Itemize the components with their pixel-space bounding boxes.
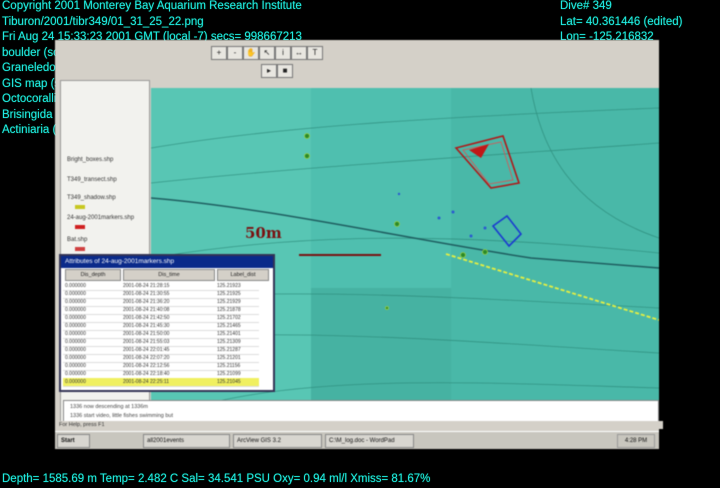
start-button[interactable]: Start	[57, 434, 90, 448]
identify-icon[interactable]: i	[275, 46, 291, 60]
table-cell: 2001-08-24 22:07:20	[123, 355, 170, 361]
attributes-window-title: Attributes of 24-aug-2001markers.shp	[61, 256, 273, 268]
table-cell: 0.000000	[65, 291, 86, 297]
taskbar-item[interactable]: C:\M_log.doc - WordPad	[325, 434, 414, 448]
table-cell: 0.000000	[65, 331, 86, 337]
table-cell: 0.000000	[65, 339, 86, 345]
table-cell: 0.000000	[65, 355, 86, 361]
table-cell: 0.000000	[65, 347, 86, 353]
table-cell: 125.21045	[217, 379, 241, 385]
table-cell: 125.21287	[217, 347, 241, 353]
zoom-out-icon[interactable]: -	[227, 46, 243, 60]
toc-item[interactable]: Bat.shp	[67, 237, 87, 243]
table-cell: 0.000000	[65, 315, 86, 321]
overlay-line: Tiburon/2001/tibr349/01_31_25_22.png	[2, 15, 204, 28]
toc-item[interactable]: 24-aug-2001markers.shp	[67, 215, 134, 221]
table-cell: 2001-08-24 21:40:08	[123, 307, 170, 313]
table-cell: 0.000000	[65, 363, 86, 369]
overlay-right-block: Dive# 349 Lat= 40.361446 (edited) Lon= -12…	[560, 0, 682, 46]
log-line: 1336 now descending at 1336m	[70, 404, 148, 410]
overlay-line: Lat= 40.361446 (edited)	[560, 15, 683, 28]
table-cell: 0.000000	[65, 299, 86, 305]
toc-item[interactable]: Bright_boxes.shp	[67, 157, 113, 163]
monitor-screen: + - ✋ ↖ i ↔ T ▸ ■ Bright_boxes.shp T349_…	[55, 40, 663, 449]
label-icon[interactable]: T	[307, 46, 323, 60]
sensor-readout: Depth= 1585.69 m Temp= 2.482 C Sal= 34.5…	[2, 473, 431, 485]
layer-swatch	[75, 205, 85, 209]
table-cell: 125.21401	[217, 331, 241, 337]
taskbar-clock: 4:28 PM	[617, 434, 655, 448]
zoom-in-icon[interactable]: +	[211, 46, 227, 60]
column-header[interactable]: Dis_time	[123, 269, 215, 281]
toc-item[interactable]: T349_transect.shp	[67, 177, 117, 183]
table-row[interactable]: 0.000000 2001-08-24 22:25:11 125.21045	[63, 378, 259, 387]
map-scale-label: 50m	[245, 224, 282, 242]
table-cell: 125.21099	[217, 371, 241, 377]
table-cell: 2001-08-24 21:36:20	[123, 299, 170, 305]
layer-swatch	[75, 247, 85, 251]
table-cell: 2001-08-24 21:28:15	[123, 283, 170, 289]
table-cell: 125.21923	[217, 283, 241, 289]
toc-item[interactable]: T349_shadow.shp	[67, 195, 116, 201]
status-bar: For Help, press F1	[55, 421, 663, 429]
table-cell: 2001-08-24 22:12:56	[123, 363, 170, 369]
windows-taskbar: Start all2001events ArcView GIS 3.2 C:\M…	[55, 431, 659, 449]
overlay-line: Copyright 2001 Monterey Bay Aquarium Res…	[2, 0, 302, 12]
table-cell: 125.21465	[217, 323, 241, 329]
table-cell: 2001-08-24 22:01:45	[123, 347, 170, 353]
table-cell: 125.21156	[217, 363, 241, 369]
table-cell: 125.21878	[217, 307, 241, 313]
table-cell: 2001-08-24 21:50:00	[123, 331, 170, 337]
table-cell: 2001-08-24 21:42:50	[123, 315, 170, 321]
table-cell: 125.21309	[217, 339, 241, 345]
taskbar-item[interactable]: ArcView GIS 3.2	[233, 434, 322, 448]
arcview-toolbar: + - ✋ ↖ i ↔ T ▸ ■	[55, 40, 659, 78]
attributes-window[interactable]: Attributes of 24-aug-2001markers.shp Dis…	[59, 254, 275, 392]
taskbar-item[interactable]: all2001events	[143, 434, 230, 448]
pointer-icon[interactable]: ▸	[261, 64, 277, 78]
table-cell: 0.000000	[65, 371, 86, 377]
layer-swatch	[75, 225, 85, 229]
table-cell: 0.000000	[65, 307, 86, 313]
table-cell: 2001-08-24 22:25:11	[123, 379, 170, 385]
overlay-line: Dive# 349	[560, 0, 612, 12]
pan-icon[interactable]: ✋	[243, 46, 259, 60]
column-header[interactable]: Dis_depth	[65, 269, 121, 281]
table-cell: 125.21201	[217, 355, 241, 361]
log-line: 1336 start video, little fishes swimming…	[70, 413, 174, 419]
table-cell: 2001-08-24 21:55:03	[123, 339, 170, 345]
table-cell: 125.21929	[217, 299, 241, 305]
table-cell: 0.000000	[65, 283, 86, 289]
table-cell: 2001-08-24 21:45:30	[123, 323, 170, 329]
table-cell: 2001-08-24 22:18:40	[123, 371, 170, 377]
table-cell: 0.000000	[65, 323, 86, 329]
stop-icon[interactable]: ■	[277, 64, 293, 78]
measure-icon[interactable]: ↔	[291, 46, 307, 60]
table-cell: 0.000000	[65, 379, 86, 385]
table-cell: 2001-08-24 21:30:55	[123, 291, 170, 297]
table-cell: 125.21925	[217, 291, 241, 297]
column-header[interactable]: Label_dist	[217, 269, 269, 281]
table-cell: 125.21702	[217, 315, 241, 321]
select-icon[interactable]: ↖	[259, 46, 275, 60]
